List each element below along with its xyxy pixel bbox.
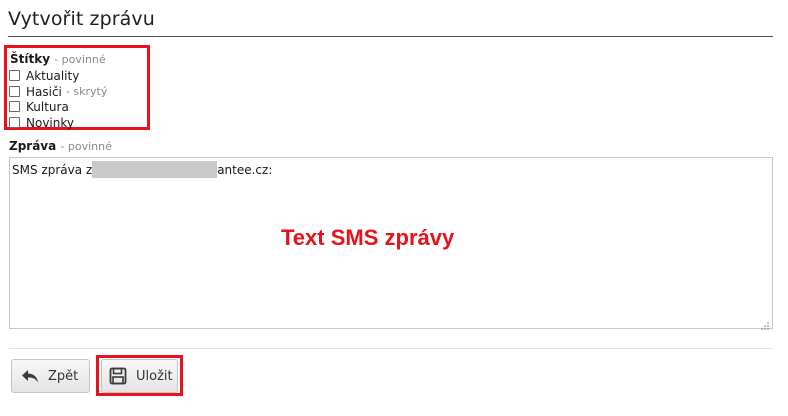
message-text-suffix: antee.cz: bbox=[217, 162, 273, 177]
back-button[interactable]: Zpět bbox=[11, 359, 90, 393]
tag-option-kultura[interactable]: Kultura bbox=[9, 99, 69, 114]
tags-label-text: Štítky bbox=[10, 52, 51, 66]
tag-hidden-note: - skrytý bbox=[65, 85, 108, 98]
tag-checkbox-hasici[interactable] bbox=[9, 86, 20, 97]
tag-checkbox-aktuality[interactable] bbox=[9, 70, 20, 81]
save-highlight-frame bbox=[96, 355, 183, 396]
resize-grip-icon[interactable] bbox=[760, 316, 770, 330]
message-label-text: Zpráva bbox=[9, 139, 57, 153]
message-text-prefix: SMS zpráva z bbox=[12, 162, 93, 177]
tag-label-hasici: Hasiči bbox=[26, 84, 62, 99]
page-title: Vytvořit zprávu bbox=[8, 8, 155, 30]
sms-text-annotation: Text SMS zprávy bbox=[281, 225, 455, 250]
message-content: SMS zpráva z antee.cz: bbox=[12, 161, 272, 178]
title-divider bbox=[8, 36, 773, 37]
tag-option-aktuality[interactable]: Aktuality bbox=[9, 68, 79, 83]
tag-label-kultura: Kultura bbox=[26, 99, 69, 114]
tag-checkbox-novinky[interactable] bbox=[9, 117, 20, 128]
tags-required-note: - povinné bbox=[54, 53, 106, 66]
tag-label-aktuality: Aktuality bbox=[26, 68, 80, 83]
message-label: Zpráva - povinné bbox=[9, 139, 112, 153]
back-button-label: Zpět bbox=[48, 368, 79, 384]
redacted-domain bbox=[92, 161, 218, 178]
tag-checkbox-kultura[interactable] bbox=[9, 101, 20, 112]
tag-option-novinky[interactable]: Novinky bbox=[9, 115, 74, 130]
undo-arrow-icon bbox=[20, 366, 40, 386]
form-actions-divider bbox=[9, 348, 773, 349]
tag-option-hasici[interactable]: Hasiči - skrytý bbox=[9, 84, 107, 99]
tag-label-novinky: Novinky bbox=[26, 115, 74, 130]
tags-label: Štítky - povinné bbox=[10, 52, 106, 66]
message-required-note: - povinné bbox=[60, 140, 112, 153]
